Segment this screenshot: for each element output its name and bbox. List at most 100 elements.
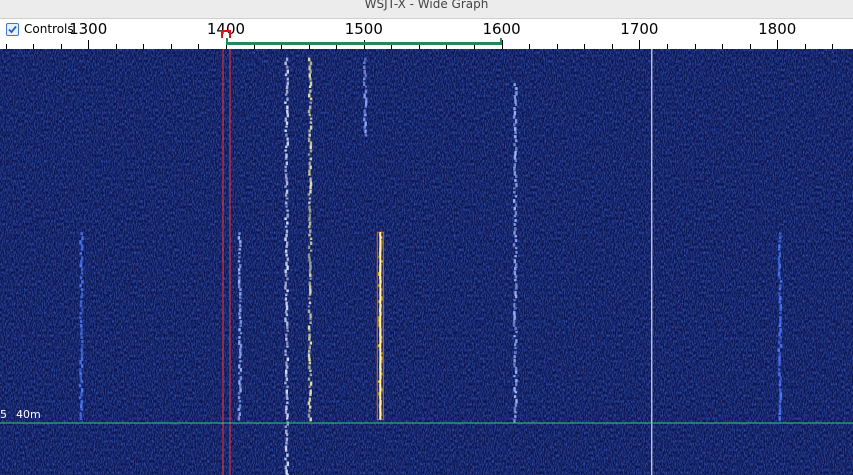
signal-segment <box>513 271 517 276</box>
signal-segment <box>513 215 517 218</box>
signal-segment <box>285 337 288 341</box>
signal-segment <box>514 415 517 418</box>
signal-segment <box>285 229 289 233</box>
signal-segment <box>513 359 516 363</box>
signal-segment <box>363 65 366 69</box>
signal-segment <box>79 300 83 305</box>
signal-segment <box>285 89 289 94</box>
frequency-ruler[interactable]: Controls 1300 1400 1500 1600 1700 1800 <box>0 19 853 49</box>
signal-segment <box>308 65 311 71</box>
signal-segment <box>286 341 289 345</box>
signal-segment <box>778 300 781 304</box>
signal-segment <box>239 240 242 244</box>
signal-segment <box>285 393 289 398</box>
signal-segment <box>80 332 83 336</box>
signal-segment <box>363 125 366 129</box>
signal-segment <box>308 113 311 117</box>
signal-segment <box>308 209 312 213</box>
signal-segment <box>308 397 312 402</box>
signal-segment <box>309 145 312 149</box>
signal-segment <box>779 328 782 333</box>
signal-segment <box>238 400 241 403</box>
waterfall-spectrogram[interactable] <box>0 49 853 475</box>
signal-segment <box>514 267 517 271</box>
signal-segment <box>514 327 517 331</box>
signal-segment <box>239 300 242 303</box>
signal-segment <box>79 276 83 280</box>
signal-segment <box>285 205 288 208</box>
signal-segment <box>309 105 312 110</box>
signal-segment <box>79 412 82 417</box>
signal-segment <box>284 425 287 428</box>
signal-segment <box>513 259 516 264</box>
signal-segment <box>513 355 516 359</box>
signal-segment <box>309 369 312 372</box>
signal-segment <box>286 141 289 146</box>
signal-segment <box>285 377 289 381</box>
signal-segment <box>79 376 82 381</box>
signal-segment <box>308 361 311 365</box>
signal-segment <box>239 292 242 296</box>
signal-segment <box>309 165 312 170</box>
waterfall-noise <box>0 49 853 475</box>
signal-segment <box>309 121 313 124</box>
signal-segment <box>778 364 781 367</box>
signal-segment <box>308 213 311 218</box>
signal-segment <box>309 81 313 86</box>
signal-segment <box>308 201 311 204</box>
signal-segment <box>285 437 289 442</box>
window-title: WSJT-X - Wide Graph <box>364 0 489 11</box>
signal-segment <box>80 392 83 397</box>
rx-frequency-marker-icon[interactable] <box>220 30 231 38</box>
signal-segment <box>515 263 518 268</box>
signal-segment <box>238 272 241 275</box>
waterfall-display[interactable]: 5 40m <box>0 49 853 475</box>
signal-segment <box>239 348 242 353</box>
signal-segment <box>79 240 82 245</box>
signal-segment <box>238 404 242 409</box>
signal-segment <box>79 284 82 288</box>
signal-segment <box>780 344 783 348</box>
signal-segment <box>307 193 311 196</box>
signal-segment <box>239 388 242 393</box>
signal-segment <box>363 117 366 122</box>
signal-segment <box>307 137 311 143</box>
signal-segment <box>309 417 312 422</box>
signal-segment <box>286 321 289 326</box>
signal-segment <box>238 280 241 284</box>
signal-segment <box>286 257 289 261</box>
signal-segment <box>514 227 517 231</box>
signal-segment <box>778 356 781 361</box>
signal-segment <box>309 125 313 130</box>
signal-segment <box>364 105 368 108</box>
signal-segment <box>286 357 289 362</box>
signal-segment <box>237 392 241 395</box>
signal-segment <box>285 305 289 311</box>
signal-segment <box>363 109 366 114</box>
signal-segment <box>513 207 516 211</box>
signal-segment <box>284 185 287 188</box>
controls-checkbox[interactable] <box>6 22 19 36</box>
signal-segment <box>80 388 84 393</box>
signal-segment <box>284 445 288 451</box>
signal-segment <box>513 319 516 324</box>
signal-segment <box>778 292 781 297</box>
signal-segment <box>286 213 289 218</box>
signal-segment <box>307 325 311 330</box>
signal-segment <box>308 161 311 166</box>
signal-segment <box>286 453 289 457</box>
signal-segment <box>237 236 241 240</box>
signal-segment <box>308 349 311 353</box>
signal-segment <box>79 320 83 323</box>
signal-segment <box>515 87 518 90</box>
signal-segment <box>513 123 516 127</box>
signal-segment <box>514 99 517 104</box>
signal-segment <box>308 301 312 305</box>
signal-segment <box>363 77 366 81</box>
signal-segment <box>514 219 517 222</box>
controls-toggle[interactable]: Controls <box>6 21 74 37</box>
signal-segment <box>309 185 312 189</box>
signal-segment <box>514 127 517 131</box>
signal-segment <box>81 280 84 284</box>
signal-segment <box>309 393 312 397</box>
